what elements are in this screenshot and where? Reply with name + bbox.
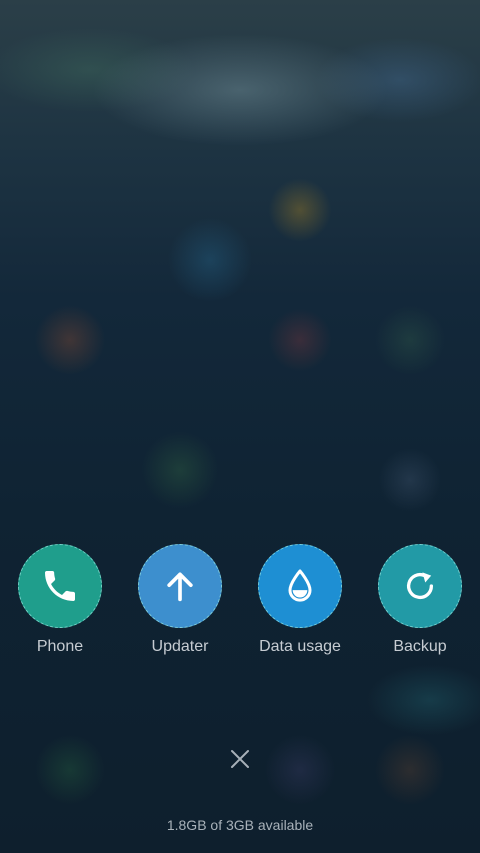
phone-shortcut[interactable]: Phone (0, 544, 120, 656)
phone-icon (45, 571, 75, 601)
updater-shortcut-circle[interactable] (138, 544, 222, 628)
data-usage-shortcut-circle[interactable] (258, 544, 342, 628)
backup-label: Backup (393, 638, 447, 655)
refresh-icon (406, 572, 434, 599)
memory-status: 1.8GB of 3GB available (166, 817, 314, 833)
data-usage-label: Data usage (259, 638, 341, 655)
close-button[interactable] (225, 744, 255, 774)
data-usage-shortcut[interactable]: Data usage (240, 544, 360, 656)
phone-shortcut-circle[interactable] (18, 544, 102, 628)
water-drop-icon (288, 569, 312, 602)
phone-label: Phone (36, 638, 84, 655)
updater-shortcut[interactable]: Updater (120, 544, 240, 656)
quick-shortcuts: Phone Updater Data usage Backup (0, 544, 480, 656)
updater-label: Updater (151, 638, 209, 655)
close-icon (231, 750, 249, 768)
blurred-wallpaper (0, 0, 480, 853)
backup-shortcut[interactable]: Backup (360, 544, 480, 656)
backup-shortcut-circle[interactable] (378, 544, 462, 628)
arrow-up-icon (167, 572, 193, 602)
